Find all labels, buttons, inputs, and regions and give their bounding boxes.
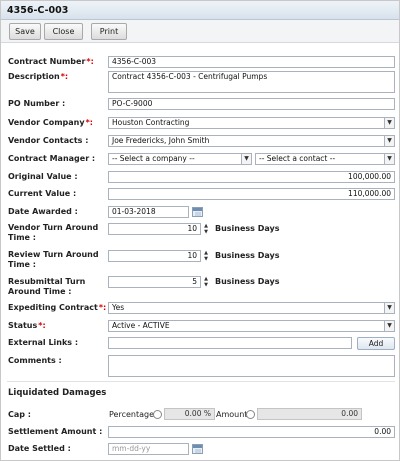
- date-awarded-field[interactable]: 01-03-2018: [108, 206, 189, 218]
- date-settled-label: Date Settled :: [8, 444, 71, 453]
- chevron-down-icon[interactable]: ▼: [241, 154, 251, 164]
- contract-number-field[interactable]: 4356-C-003: [108, 56, 395, 68]
- spinner-arrows-icon[interactable]: ▲ ▼: [203, 250, 209, 262]
- window-title: 4356-C-003: [1, 1, 399, 20]
- percentage-radio[interactable]: [153, 410, 162, 419]
- contract-manager-label: Contract Manager :: [8, 154, 96, 163]
- cap-label: Cap :: [8, 410, 31, 419]
- resubmittal-turn-around-label: Resubmittal Turn Around Time :: [8, 277, 86, 296]
- description-label: Description*:: [8, 72, 69, 81]
- vendor-turn-around-unit: Business Days: [215, 224, 280, 233]
- po-number-field[interactable]: PO-C-9000: [108, 98, 395, 110]
- chevron-down-icon[interactable]: ▼: [384, 321, 394, 331]
- date-settled-field[interactable]: mm-dd-yy: [108, 443, 189, 455]
- vendor-turn-around-label: Vendor Turn Around Time :: [8, 223, 99, 242]
- vendor-contacts-select[interactable]: Joe Fredericks, John Smith ▼: [108, 135, 395, 147]
- contract-manager-contact-select[interactable]: -- Select a contact -- ▼: [255, 153, 395, 165]
- resubmittal-turn-around-field[interactable]: 5: [108, 276, 201, 288]
- comments-field[interactable]: [108, 355, 395, 377]
- chevron-down-icon[interactable]: ▼: [384, 136, 394, 146]
- date-awarded-label: Date Awarded :: [8, 207, 78, 216]
- review-turn-around-label: Review Turn Around Time :: [8, 250, 99, 269]
- liquidated-damages-heading: Liquidated Damages: [8, 388, 107, 398]
- status-label: Status*:: [8, 321, 46, 330]
- status-select[interactable]: Active - ACTIVE ▼: [108, 320, 395, 332]
- expediting-contract-label: Expediting Contract*:: [8, 303, 107, 312]
- print-button[interactable]: Print: [91, 23, 127, 40]
- current-value-label: Current Value :: [8, 189, 77, 198]
- add-link-button[interactable]: Add: [357, 337, 395, 350]
- percentage-label: Percentage: [109, 410, 155, 419]
- settlement-amount-label: Settlement Amount :: [8, 427, 103, 436]
- save-button[interactable]: Save: [9, 23, 41, 40]
- percentage-field[interactable]: 0.00 %: [164, 408, 215, 420]
- chevron-down-icon[interactable]: ▼: [384, 118, 394, 128]
- review-turn-around-unit: Business Days: [215, 251, 280, 260]
- comments-label: Comments :: [8, 356, 62, 365]
- contract-manager-company-select[interactable]: -- Select a company -- ▼: [108, 153, 252, 165]
- amount-field[interactable]: 0.00: [257, 408, 362, 420]
- external-links-label: External Links :: [8, 338, 79, 347]
- vendor-contacts-label: Vendor Contacts :: [8, 136, 89, 145]
- external-links-field[interactable]: [108, 337, 352, 349]
- description-field[interactable]: Contract 4356-C-003 - Centrifugal Pumps: [108, 71, 395, 93]
- po-number-label: PO Number :: [8, 99, 66, 108]
- review-turn-around-field[interactable]: 10: [108, 250, 201, 262]
- current-value-field[interactable]: 110,000.00: [108, 188, 395, 200]
- chevron-down-icon[interactable]: ▼: [384, 154, 394, 164]
- contract-number-label: Contract Number*:: [8, 57, 94, 66]
- chevron-down-icon[interactable]: ▼: [384, 303, 394, 313]
- resubmittal-turn-around-unit: Business Days: [215, 277, 280, 286]
- spinner-arrows-icon[interactable]: ▲ ▼: [203, 223, 209, 235]
- amount-radio[interactable]: [246, 410, 255, 419]
- settlement-amount-field[interactable]: 0.00: [108, 426, 395, 438]
- expediting-contract-select[interactable]: Yes ▼: [108, 302, 395, 314]
- calendar-icon[interactable]: [192, 444, 203, 454]
- amount-label: Amount: [216, 410, 248, 419]
- toolbar: Save Close Print: [1, 20, 399, 43]
- section-divider: [7, 381, 395, 382]
- close-button[interactable]: Close: [44, 23, 83, 40]
- original-value-field[interactable]: 100,000.00: [108, 171, 395, 183]
- contract-form-window: 4356-C-003 Save Close Print Contract Num…: [0, 0, 400, 461]
- spinner-arrows-icon[interactable]: ▲ ▼: [203, 276, 209, 288]
- vendor-company-label: Vendor Company*:: [8, 118, 93, 127]
- calendar-icon[interactable]: [192, 207, 203, 217]
- vendor-company-select[interactable]: Houston Contracting ▼: [108, 117, 395, 129]
- original-value-label: Original Value :: [8, 172, 78, 181]
- vendor-turn-around-field[interactable]: 10: [108, 223, 201, 235]
